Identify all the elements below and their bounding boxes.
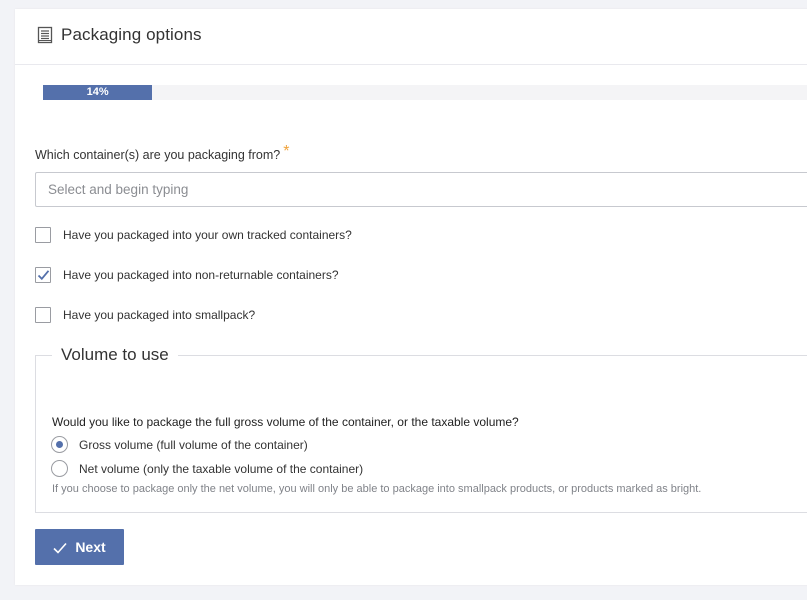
radio-label: Gross volume (full volume of the contain…	[79, 437, 308, 452]
radio-label: Net volume (only the taxable volume of t…	[79, 461, 364, 476]
checkbox-label: Have you packaged into non-returnable co…	[63, 268, 339, 282]
next-button-label: Next	[75, 539, 106, 555]
card-header: Packaging options	[15, 9, 807, 65]
checkbox-box[interactable]	[35, 307, 51, 323]
checkbox-smallpack[interactable]: Have you packaged into smallpack?	[35, 306, 255, 324]
packaging-options-card: Packaging options 14% Which container(s)…	[15, 9, 807, 585]
checkbox-non-returnable-containers[interactable]: Have you packaged into non-returnable co…	[35, 266, 339, 284]
checkbox-box[interactable]	[35, 267, 51, 283]
document-stack-icon	[37, 26, 53, 44]
volume-help-text: If you choose to package only the net vo…	[52, 483, 702, 495]
checkmark-icon	[53, 542, 67, 554]
volume-legend: Volume to use	[61, 345, 169, 364]
progress-fill: 14%	[43, 85, 153, 100]
radio-gross-volume[interactable]: Gross volume (full volume of the contain…	[51, 436, 308, 453]
checkbox-own-tracked-containers[interactable]: Have you packaged into your own tracked …	[35, 226, 352, 244]
progress-bar: 14%	[43, 85, 807, 100]
checkbox-label: Have you packaged into smallpack?	[63, 308, 256, 322]
checkbox-label: Have you packaged into your own tracked …	[63, 228, 352, 242]
radio-net-volume[interactable]: Net volume (only the taxable volume of t…	[51, 460, 363, 477]
container-field-label-text: Which container(s) are you packaging fro…	[35, 148, 281, 162]
container-field-label: Which container(s) are you packaging fro…	[35, 143, 290, 164]
checkmark-icon	[37, 270, 50, 281]
required-marker: *	[283, 143, 290, 160]
next-button[interactable]: Next	[35, 529, 124, 565]
page-title: Packaging options	[61, 25, 202, 44]
checkbox-box[interactable]	[35, 227, 51, 243]
volume-question: Would you like to package the full gross…	[52, 415, 519, 429]
volume-fieldset: Volume to use Would you like to package …	[35, 345, 807, 513]
radio-button[interactable]	[51, 436, 68, 453]
radio-button[interactable]	[51, 460, 68, 477]
container-search-input[interactable]	[35, 172, 807, 207]
